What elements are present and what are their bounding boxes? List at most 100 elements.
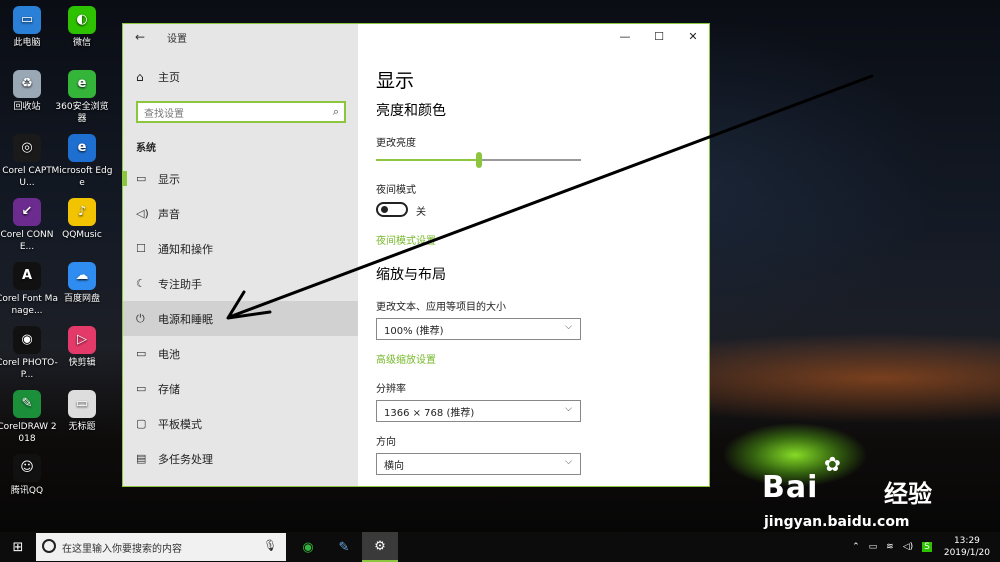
- app-icon: ◐: [68, 6, 96, 34]
- sidebar-item[interactable]: ☾ 专注助手: [123, 266, 358, 301]
- home-label: 主页: [158, 71, 180, 84]
- close-button[interactable]: ✕: [676, 24, 709, 48]
- sidebar-item-label: 电源和睡眠: [158, 312, 213, 326]
- sidebar-item-label: 多任务处理: [158, 452, 213, 466]
- chevron-down-icon: ⌵: [565, 322, 572, 332]
- taskbar-search-input[interactable]: 在这里输入你要搜索的内容 🎙: [36, 533, 286, 561]
- app-icon: ◉: [13, 326, 41, 354]
- orientation-dropdown[interactable]: 横向 ⌵: [376, 453, 581, 475]
- desktop-icon-label: Corel CONNE...: [0, 230, 54, 252]
- notification-icon: ☐: [136, 242, 146, 255]
- volume-icon[interactable]: ◁): [903, 542, 913, 552]
- search-placeholder: 查找设置: [144, 108, 184, 120]
- orientation-value: 横向: [384, 460, 404, 472]
- brightness-slider-thumb[interactable]: [475, 152, 482, 168]
- night-mode-toggle[interactable]: [376, 202, 408, 217]
- sidebar-item[interactable]: ▭ 显示: [123, 161, 358, 196]
- night-mode-state: 关: [416, 207, 426, 218]
- app-icon: ♻: [13, 70, 41, 98]
- maximize-button[interactable]: ☐: [642, 24, 676, 48]
- paint-taskbar-icon[interactable]: ✎: [326, 532, 362, 562]
- app-icon: ☺: [13, 454, 41, 482]
- microphone-icon[interactable]: 🎙: [263, 539, 277, 552]
- settings-content: — ☐ ✕ 显示 亮度和颜色 更改亮度 夜间模式 关 夜间模式设置 缩放与布局 …: [358, 24, 709, 486]
- app-icon: e: [68, 70, 96, 98]
- desktop-icon[interactable]: ▷ 快剪辑: [51, 326, 113, 369]
- minimize-button[interactable]: —: [608, 24, 642, 48]
- desktop-icon[interactable]: e Microsoft Edge: [51, 134, 113, 189]
- system-tray: ⌃ ▭ ≋ ◁) S 13:29 2019/1/20: [843, 532, 990, 562]
- desktop-icon-label: Corel Font Manage...: [0, 294, 58, 316]
- desktop-icon-label: 此电脑: [13, 38, 41, 48]
- sidebar-item[interactable]: ▭ 电池: [123, 336, 358, 371]
- sidebar-item-label: 声音: [158, 207, 180, 221]
- desktop-icon[interactable]: e 360安全浏览器: [51, 70, 113, 125]
- section-title: 系统: [136, 143, 156, 154]
- desktop-icon[interactable]: ▭ 无标题: [51, 390, 113, 433]
- ime-icon[interactable]: S: [922, 542, 932, 552]
- sidebar-item-label: 专注助手: [158, 277, 202, 291]
- window-title: 设置: [167, 33, 187, 45]
- app-icon: e: [68, 134, 96, 162]
- desktop-icon[interactable]: ☺ 腾讯QQ: [0, 454, 58, 497]
- paw-icon: ✿: [824, 452, 841, 476]
- desktop-icon[interactable]: ♻ 回收站: [0, 70, 58, 113]
- back-arrow-icon[interactable]: ←: [135, 30, 153, 44]
- browser-taskbar-icon[interactable]: ◉: [290, 532, 326, 562]
- sidebar-item[interactable]: ▢ 平板模式: [123, 406, 358, 441]
- home-link[interactable]: ⌂ 主页: [123, 65, 358, 89]
- desktop-icon[interactable]: ◉ Corel PHOTO-P...: [0, 326, 58, 381]
- clock[interactable]: 13:29 2019/1/20: [944, 535, 990, 559]
- sidebar-item[interactable]: ▤ 多任务处理: [123, 441, 358, 476]
- watermark-url: jingyan.baidu.com: [764, 514, 910, 530]
- desktop-icon[interactable]: ☁ 百度网盘: [51, 262, 113, 305]
- scale-value: 100% (推荐): [384, 325, 444, 337]
- clock-time: 13:29: [953, 536, 980, 546]
- multitasking-icon: ▤: [136, 452, 147, 465]
- settings-search-input[interactable]: 查找设置 ⌕: [136, 101, 346, 123]
- desktop-icon-label: 回收站: [13, 102, 41, 112]
- app-icon: ↙: [13, 198, 41, 226]
- app-icon: ▭: [13, 6, 41, 34]
- desktop-icon[interactable]: ✎ CorelDRAW 2018: [0, 390, 58, 445]
- tablet-icon: ▢: [136, 417, 147, 430]
- cortana-icon: [42, 539, 56, 553]
- taskbar: ⊞ 在这里输入你要搜索的内容 🎙 ◉ ✎ ⚙ ⌃ ▭ ≋ ◁) S 13:29 …: [0, 532, 1000, 562]
- resolution-dropdown[interactable]: 1366 × 768 (推荐) ⌵: [376, 400, 581, 422]
- chevron-up-icon[interactable]: ⌃: [852, 542, 860, 552]
- desktop-icon[interactable]: ♪ QQMusic: [51, 198, 113, 241]
- sidebar-item-label: 电池: [158, 347, 180, 361]
- settings-nav: ▭ 显示 ◁) 声音 ☐ 通知和操作 ☾ 专注助手 ⏻ 电源和睡眠 ▭ 电池 ▭ 存储 ▢ 平板模式 ▤ 多任务处…: [123, 161, 358, 476]
- app-icon: ▷: [68, 326, 96, 354]
- start-button[interactable]: ⊞: [0, 532, 36, 562]
- desktop-icon[interactable]: A Corel Font Manage...: [0, 262, 58, 317]
- desktop-icon-label: 无标题: [68, 422, 96, 432]
- sidebar-item-label: 通知和操作: [158, 242, 213, 256]
- settings-taskbar-icon[interactable]: ⚙: [362, 532, 398, 562]
- sidebar-item-label: 显示: [158, 172, 180, 186]
- desktop-icon[interactable]: ◎ Corel CAPTU...: [0, 134, 58, 189]
- sidebar-item[interactable]: ⏻ 电源和睡眠: [123, 301, 358, 336]
- network-icon[interactable]: ≋: [886, 542, 894, 552]
- sidebar-item[interactable]: ▭ 存储: [123, 371, 358, 406]
- desktop-icon[interactable]: ◐ 微信: [51, 6, 113, 49]
- desktop-icon-label: Corel CAPTU...: [2, 166, 52, 188]
- desktop-icon-label: 微信: [72, 38, 91, 48]
- app-icon: A: [13, 262, 41, 290]
- battery-icon[interactable]: ▭: [869, 542, 878, 552]
- scale-dropdown[interactable]: 100% (推荐) ⌵: [376, 318, 581, 340]
- desktop-icon[interactable]: ▭ 此电脑: [0, 6, 58, 49]
- sidebar-item[interactable]: ◁) 声音: [123, 196, 358, 231]
- brightness-slider[interactable]: [376, 152, 581, 168]
- desktop-icon-label: Microsoft Edge: [51, 166, 113, 188]
- brightness-section-title: 亮度和颜色: [376, 103, 446, 119]
- advanced-scaling-link[interactable]: 高级缩放设置: [376, 351, 436, 366]
- title-bar: ← 设置: [123, 24, 358, 50]
- desktop-icon[interactable]: ↙ Corel CONNE...: [0, 198, 58, 253]
- app-icon: ▭: [68, 390, 96, 418]
- sidebar-item[interactable]: ☐ 通知和操作: [123, 231, 358, 266]
- resolution-value: 1366 × 768 (推荐): [384, 407, 475, 419]
- watermark-brand: Bai: [762, 470, 819, 505]
- night-mode-settings-link[interactable]: 夜间模式设置: [376, 232, 436, 247]
- brightness-label: 更改亮度: [376, 138, 416, 149]
